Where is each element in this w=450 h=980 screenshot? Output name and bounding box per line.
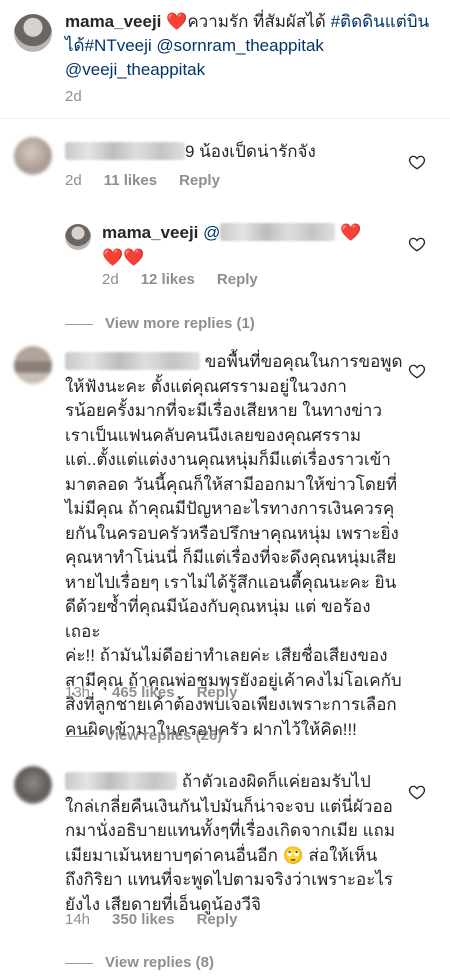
- comment-time: 2d: [65, 172, 82, 189]
- caption-username[interactable]: mama_veeji: [65, 12, 161, 31]
- comment-3-line: เมียมาเม้นหยาบๆด่าคนอื่นอีก 🙄 ส่อให้เห็น: [65, 845, 378, 865]
- comment-2-line: รน้อยครั้งมากที่จะมีเรื่องเสียหาย ในทางข…: [65, 401, 382, 420]
- heart-emoji: ❤️: [340, 223, 362, 242]
- reply-1-meta: 2d 12 likes Reply: [102, 271, 280, 288]
- comment-time: 14h: [65, 911, 91, 928]
- divider: [0, 118, 450, 119]
- view-replies-label: View replies (26): [105, 727, 223, 744]
- reply-username[interactable]: mama_veeji: [102, 223, 198, 242]
- comment-2-meta: 13h 465 likes Reply: [65, 684, 259, 701]
- comment-3-meta: 14h 350 likes Reply: [65, 911, 259, 928]
- view-more-label: View more replies (1): [105, 315, 255, 332]
- redacted-username: [65, 352, 200, 370]
- caption-text: mama_veeji ❤️ความรัก ที่สัมผัสได้ #ติดดิ…: [65, 10, 440, 82]
- heart-icon[interactable]: [408, 783, 426, 801]
- redacted-username: [220, 223, 336, 241]
- likes-count[interactable]: 350 likes: [112, 911, 175, 928]
- hearts-emoji: ❤️❤️: [102, 247, 145, 267]
- comment-2-line: ขอพื้นที่ขอคุณในการขอพูด: [204, 352, 403, 371]
- comment-2-line: หายไปเรื่อยๆ เราไม่ได้รู้สึกแอนตี้คุณนะค…: [65, 572, 397, 592]
- caption-body: ความรัก ที่สัมผัสได้: [187, 12, 331, 31]
- reply-1-text: mama_veeji @ ❤️ ❤️❤️: [102, 221, 392, 270]
- comment-avatar[interactable]: [14, 346, 52, 384]
- comment-3-line: กมานั่งอธิบายแทนทั้งๆที่เรื่องเกิดจากเมี…: [65, 821, 396, 840]
- comment-2-line: ไม่มีคุณ ถ้าคุณมีปัญหาอะไรทางการเงินควรค…: [65, 499, 395, 518]
- caption-time: 2d: [65, 88, 82, 105]
- comment-3-line: ถึงกิริยา แทนที่จะพูดไปตามจริงว่าเพราะอะ…: [65, 870, 394, 889]
- comment-time: 2d: [102, 271, 119, 288]
- comment-2-line: ดีด้วยซ้ำที่คุณมีน้องกับคุณหนุ่ม แต่ ขอร…: [65, 597, 371, 641]
- hashtag-2[interactable]: #NTveeji: [85, 36, 152, 55]
- comment-3-text: ถ้าตัวเองผิดก็แค่ยอมรับไป ใกล่เกลี่ยคืนเ…: [65, 770, 405, 917]
- likes-count[interactable]: 12 likes: [141, 271, 195, 288]
- caption-avatar[interactable]: [14, 14, 52, 52]
- comment-2-line: เราเป็นแฟนคลับคนนึงเลยของคุณศรราม: [65, 425, 362, 445]
- comment-2-line: มาตลอด วันนี้คุณก็ให้สามีออกมาให้ข่าวโดย…: [65, 474, 398, 494]
- heart-emoji: ❤️: [166, 12, 188, 31]
- likes-count[interactable]: 465 likes: [112, 684, 175, 701]
- comment-time: 13h: [65, 684, 91, 701]
- mention-1[interactable]: @sornram_theappitak: [156, 36, 324, 55]
- comment-avatar[interactable]: [14, 137, 52, 175]
- reply-mention[interactable]: @: [203, 223, 220, 242]
- comment-1-text: 9 น้องเป็ดน่ารักจัง: [65, 140, 395, 165]
- comment-3-line: ถ้าตัวเองผิดก็แค่ยอมรับไป: [181, 772, 371, 791]
- reply-button[interactable]: Reply: [179, 172, 220, 189]
- view-more-replies-button[interactable]: View more replies (1): [65, 315, 255, 332]
- comment-1-meta: 2d 11 likes Reply: [65, 172, 242, 189]
- heart-icon[interactable]: [408, 153, 426, 171]
- view-replies-button[interactable]: View replies (26): [65, 727, 222, 744]
- reply-button[interactable]: Reply: [197, 911, 238, 928]
- reply-button[interactable]: Reply: [217, 271, 258, 288]
- view-replies-label: View replies (8): [105, 954, 214, 971]
- heart-icon[interactable]: [408, 235, 426, 253]
- reply-button[interactable]: Reply: [197, 684, 238, 701]
- redacted-username: [65, 772, 177, 790]
- view-replies-button[interactable]: View replies (8): [65, 954, 214, 971]
- divider-line: [65, 735, 93, 737]
- comment-2-line: ค่ะ!! ถ้ามันไม่ดีอย่าทำเลยค่ะ เสียชื่อเส…: [65, 646, 388, 665]
- heart-icon[interactable]: [408, 362, 426, 380]
- comment-2-line: ยกันในครอบครัวหรือปรึกษาคุณหนุ่ม เพราะยิ…: [65, 523, 399, 543]
- comment-avatar[interactable]: [14, 766, 52, 804]
- comment-3-line: ใกล่เกลี่ยคืนเงินกันไปมันก็น่าจะจบ แต่นี…: [65, 796, 393, 816]
- comment-2-line: แต่..ตั้งแต่แต่งงานคุณหนุ่มก็มีแต่เรื่อง…: [65, 450, 391, 469]
- reply-avatar[interactable]: [65, 224, 91, 250]
- mention-2[interactable]: @veeji_theappitak: [65, 60, 205, 79]
- likes-count[interactable]: 11 likes: [104, 172, 157, 189]
- divider-line: [65, 962, 93, 964]
- comment-2-line: คุณหาทำโน่นนี่ ก็มีแต่เรื่องที่จะดึงคุณห…: [65, 548, 397, 567]
- comment-2-line: ให้ฟังนะคะ ตั้งแต่คุณศรรามอยู่ในวงกา: [65, 376, 347, 396]
- comment-1-body: 9 น้องเป็ดน่ารักจัง: [185, 142, 316, 161]
- redacted-username: [65, 142, 185, 160]
- divider-line: [65, 323, 93, 325]
